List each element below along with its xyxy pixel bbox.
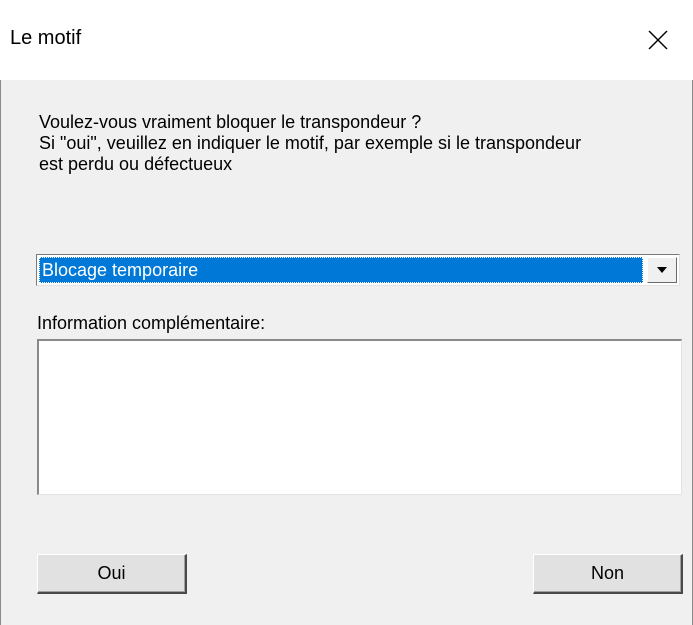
window-left-border [0, 80, 1, 625]
info-textarea[interactable] [37, 339, 682, 495]
chevron-down-icon [657, 267, 667, 273]
yes-button[interactable]: Oui [37, 554, 187, 594]
reason-selected-value[interactable]: Blocage temporaire [39, 257, 643, 283]
info-label: Information complémentaire: [37, 313, 266, 333]
window-title: Le motif [10, 27, 82, 49]
message-line-2: Si "oui", veuillez en indiquer le motif,… [39, 133, 582, 153]
dropdown-button[interactable] [647, 257, 677, 283]
confirmation-message: Voulez-vous vraiment bloquer le transpon… [39, 112, 679, 175]
message-line-3: est perdu ou défectueux [39, 154, 233, 174]
reason-dropdown[interactable]: Blocage temporaire [36, 254, 680, 286]
no-button[interactable]: Non [533, 554, 683, 594]
title-bar: Le motif [0, 0, 693, 80]
close-icon [648, 30, 668, 50]
close-button[interactable] [638, 20, 678, 60]
message-line-1: Voulez-vous vraiment bloquer le transpon… [39, 112, 422, 132]
